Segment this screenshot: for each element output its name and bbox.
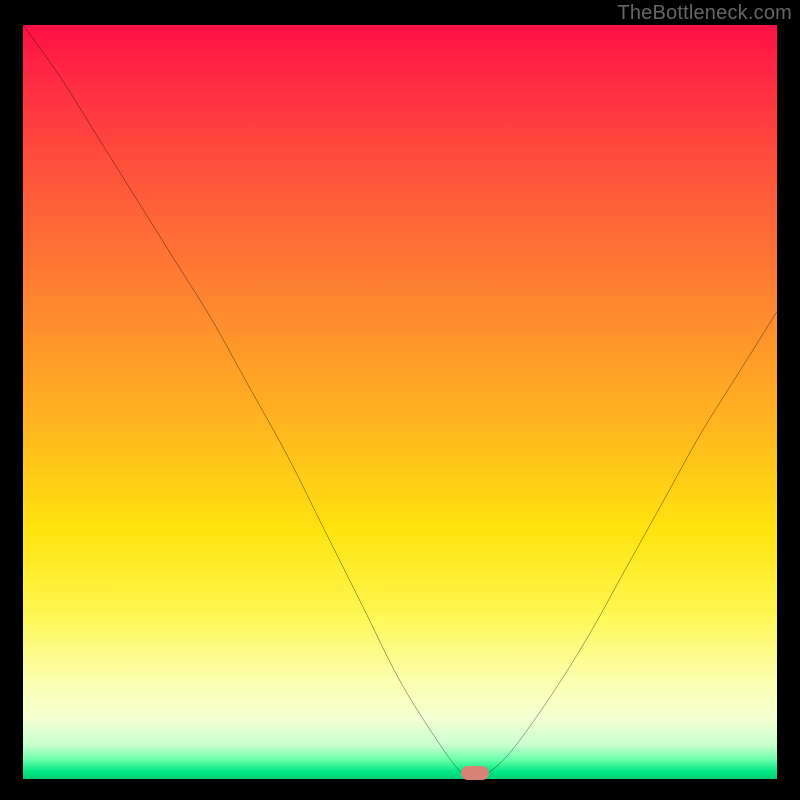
optimal-point-marker — [461, 766, 489, 780]
watermark-label: TheBottleneck.com — [617, 2, 792, 25]
chart-frame: TheBottleneck.com — [0, 0, 800, 800]
bottleneck-curve — [23, 25, 777, 779]
plot-area — [23, 25, 777, 779]
curve-path — [23, 25, 777, 779]
